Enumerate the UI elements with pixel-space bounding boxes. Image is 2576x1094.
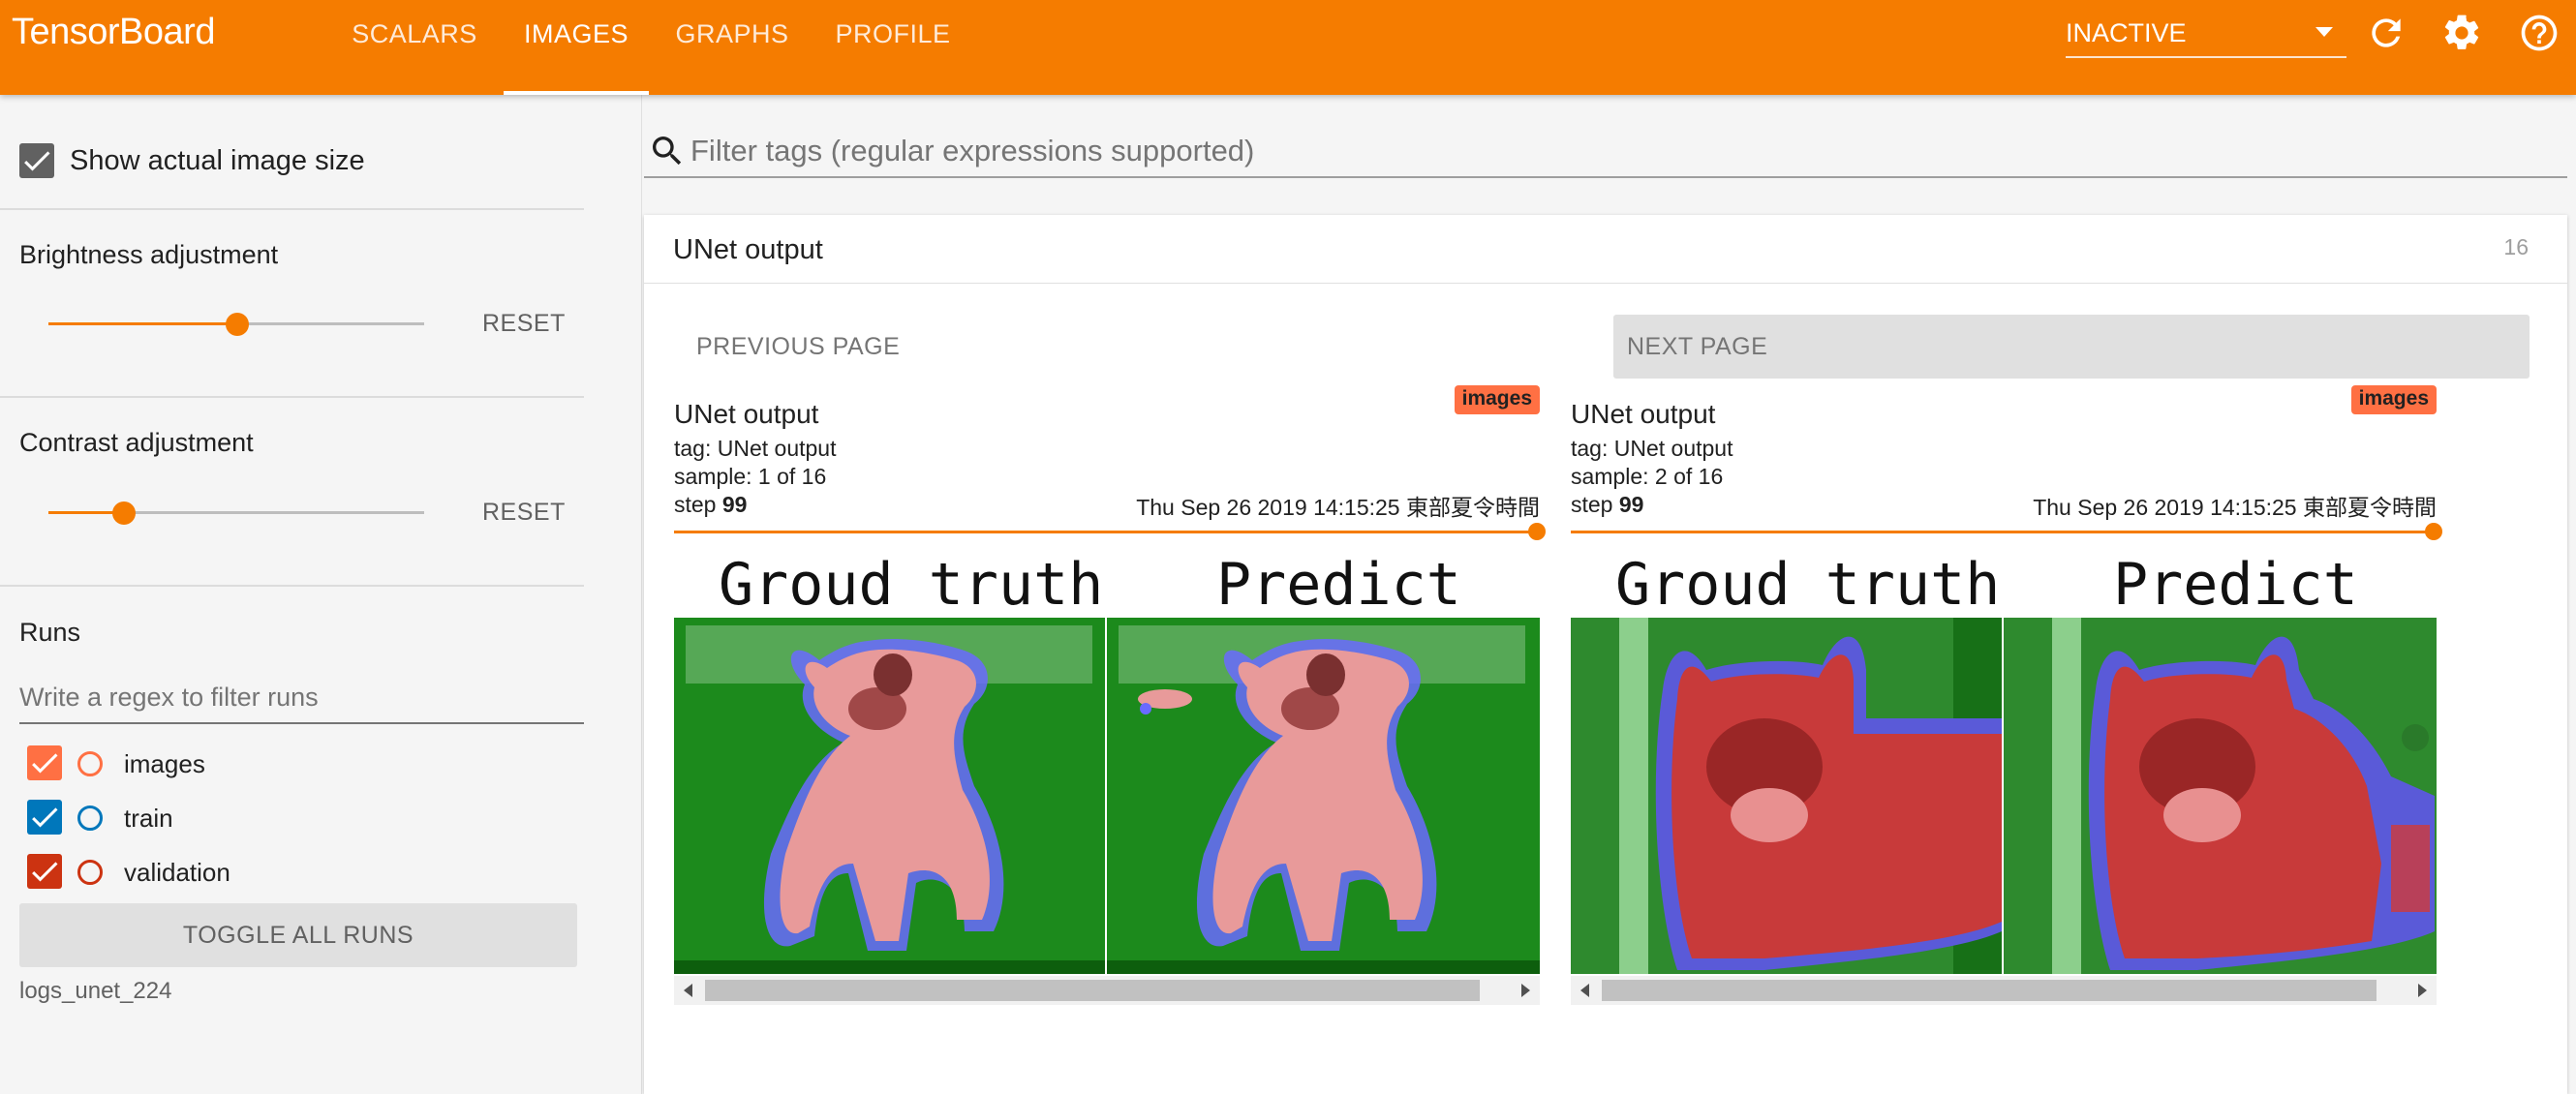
run-status-select[interactable]: INACTIVE	[2066, 14, 2346, 58]
tag-card-header[interactable]: UNet output 16	[644, 215, 2567, 284]
step-slider[interactable]	[1571, 531, 2437, 533]
divider	[0, 396, 584, 398]
refresh-icon[interactable]	[2365, 12, 2407, 54]
pane-tag: tag: UNet output	[674, 436, 837, 461]
scroll-right-icon[interactable]	[2418, 984, 2427, 997]
run-name: train	[124, 804, 173, 833]
pane-timestamp: Thu Sep 26 2019 14:15:25 東部夏令時間	[2033, 495, 2437, 520]
step-value: 99	[1618, 492, 1644, 517]
summary-image: Groud truth Predict	[674, 544, 1540, 974]
pane-step: step 99	[674, 492, 747, 518]
help-icon[interactable]	[2518, 12, 2561, 54]
next-page-button[interactable]: NEXT PAGE	[1613, 315, 2530, 379]
show-actual-size-checkbox[interactable]	[19, 143, 54, 178]
pane-title: UNet output	[1571, 399, 1716, 429]
brightness-slider-thumb[interactable]	[226, 313, 249, 336]
scrollbar-thumb[interactable]	[1602, 980, 2377, 1001]
run-color-circle[interactable]	[77, 751, 103, 776]
log-directory: logs_unet_224	[19, 978, 172, 1004]
scroll-right-icon[interactable]	[1521, 984, 1530, 997]
image-horizontal-scrollbar[interactable]	[674, 976, 1540, 1005]
image-pane: UNet output images tag: UNet output samp…	[1571, 385, 2442, 1094]
top-app-bar: TensorBoard SCALARS IMAGES GRAPHS PROFIL…	[0, 0, 2576, 95]
contrast-label: Contrast adjustment	[19, 428, 254, 457]
image-caption: Groud truth	[719, 551, 1103, 619]
scroll-left-icon[interactable]	[684, 984, 692, 997]
step-label: step	[674, 492, 717, 517]
runs-title: Runs	[19, 618, 81, 647]
divider	[0, 585, 584, 587]
step-label: step	[1571, 492, 1613, 517]
contrast-reset-button[interactable]: RESET	[482, 499, 566, 527]
scroll-left-icon[interactable]	[1580, 984, 1589, 997]
run-status-value: INACTIVE	[2066, 18, 2187, 47]
show-actual-size-label: Show actual image size	[70, 145, 365, 176]
step-slider[interactable]	[674, 531, 1540, 533]
settings-icon[interactable]	[2440, 12, 2483, 54]
pane-sample: sample: 2 of 16	[1571, 464, 1724, 489]
contrast-slider-thumb[interactable]	[112, 501, 136, 525]
step-slider-thumb[interactable]	[2425, 523, 2442, 540]
tag-card-title: UNet output	[673, 234, 823, 265]
run-color-circle[interactable]	[77, 860, 103, 885]
pane-sample: sample: 1 of 16	[674, 464, 827, 489]
tag-card: UNet output 16 PREVIOUS PAGE NEXT PAGE U…	[644, 215, 2567, 1094]
image-caption: Predict	[2113, 551, 2358, 619]
app-brand: TensorBoard	[12, 12, 215, 52]
tab-graphs[interactable]: GRAPHS	[664, 0, 800, 95]
divider	[0, 208, 584, 210]
step-slider-thumb[interactable]	[1528, 523, 1546, 540]
tab-images[interactable]: IMAGES	[504, 0, 649, 95]
tab-scalars[interactable]: SCALARS	[337, 0, 492, 95]
search-icon	[653, 137, 682, 166]
toggle-all-runs-button[interactable]: TOGGLE ALL RUNS	[19, 903, 577, 967]
sidebar-divider	[641, 95, 642, 1094]
brightness-reset-button[interactable]: RESET	[482, 310, 566, 338]
pane-title: UNet output	[674, 399, 819, 429]
run-badge: images	[1454, 385, 1540, 414]
pane-tag: tag: UNet output	[1571, 436, 1733, 461]
run-badge: images	[2350, 385, 2437, 414]
tag-filter-input[interactable]: Filter tags (regular expressions support…	[690, 134, 1254, 168]
run-checkbox[interactable]	[27, 854, 62, 889]
pane-step: step 99	[1571, 492, 1643, 518]
run-name: images	[124, 749, 205, 778]
run-checkbox[interactable]	[27, 745, 62, 780]
sidebar: Show actual image size Brightness adjust…	[0, 95, 625, 1094]
image-caption: Predict	[1216, 551, 1461, 619]
runs-filter-input[interactable]: Write a regex to filter runs	[19, 676, 584, 724]
tag-filter[interactable]: Filter tags (regular expressions support…	[644, 126, 2567, 178]
brightness-slider-fill	[48, 322, 237, 325]
step-value: 99	[721, 492, 748, 517]
pane-timestamp: Thu Sep 26 2019 14:15:25 東部夏令時間	[1136, 495, 1540, 520]
run-checkbox[interactable]	[27, 800, 62, 835]
chevron-down-icon	[2315, 27, 2333, 37]
run-color-circle[interactable]	[77, 805, 103, 831]
tab-profile[interactable]: PROFILE	[825, 0, 961, 95]
image-horizontal-scrollbar[interactable]	[1571, 976, 2437, 1005]
image-caption: Groud truth	[1615, 551, 2000, 619]
scrollbar-thumb[interactable]	[705, 980, 1480, 1001]
previous-page-button[interactable]: PREVIOUS PAGE	[696, 315, 900, 379]
run-name: validation	[124, 858, 230, 887]
summary-image: Groud truth Predict	[1571, 544, 2437, 974]
tag-card-count: 16	[2503, 234, 2529, 259]
brightness-label: Brightness adjustment	[19, 240, 279, 269]
image-pane: UNet output images tag: UNet output samp…	[674, 385, 1546, 1094]
